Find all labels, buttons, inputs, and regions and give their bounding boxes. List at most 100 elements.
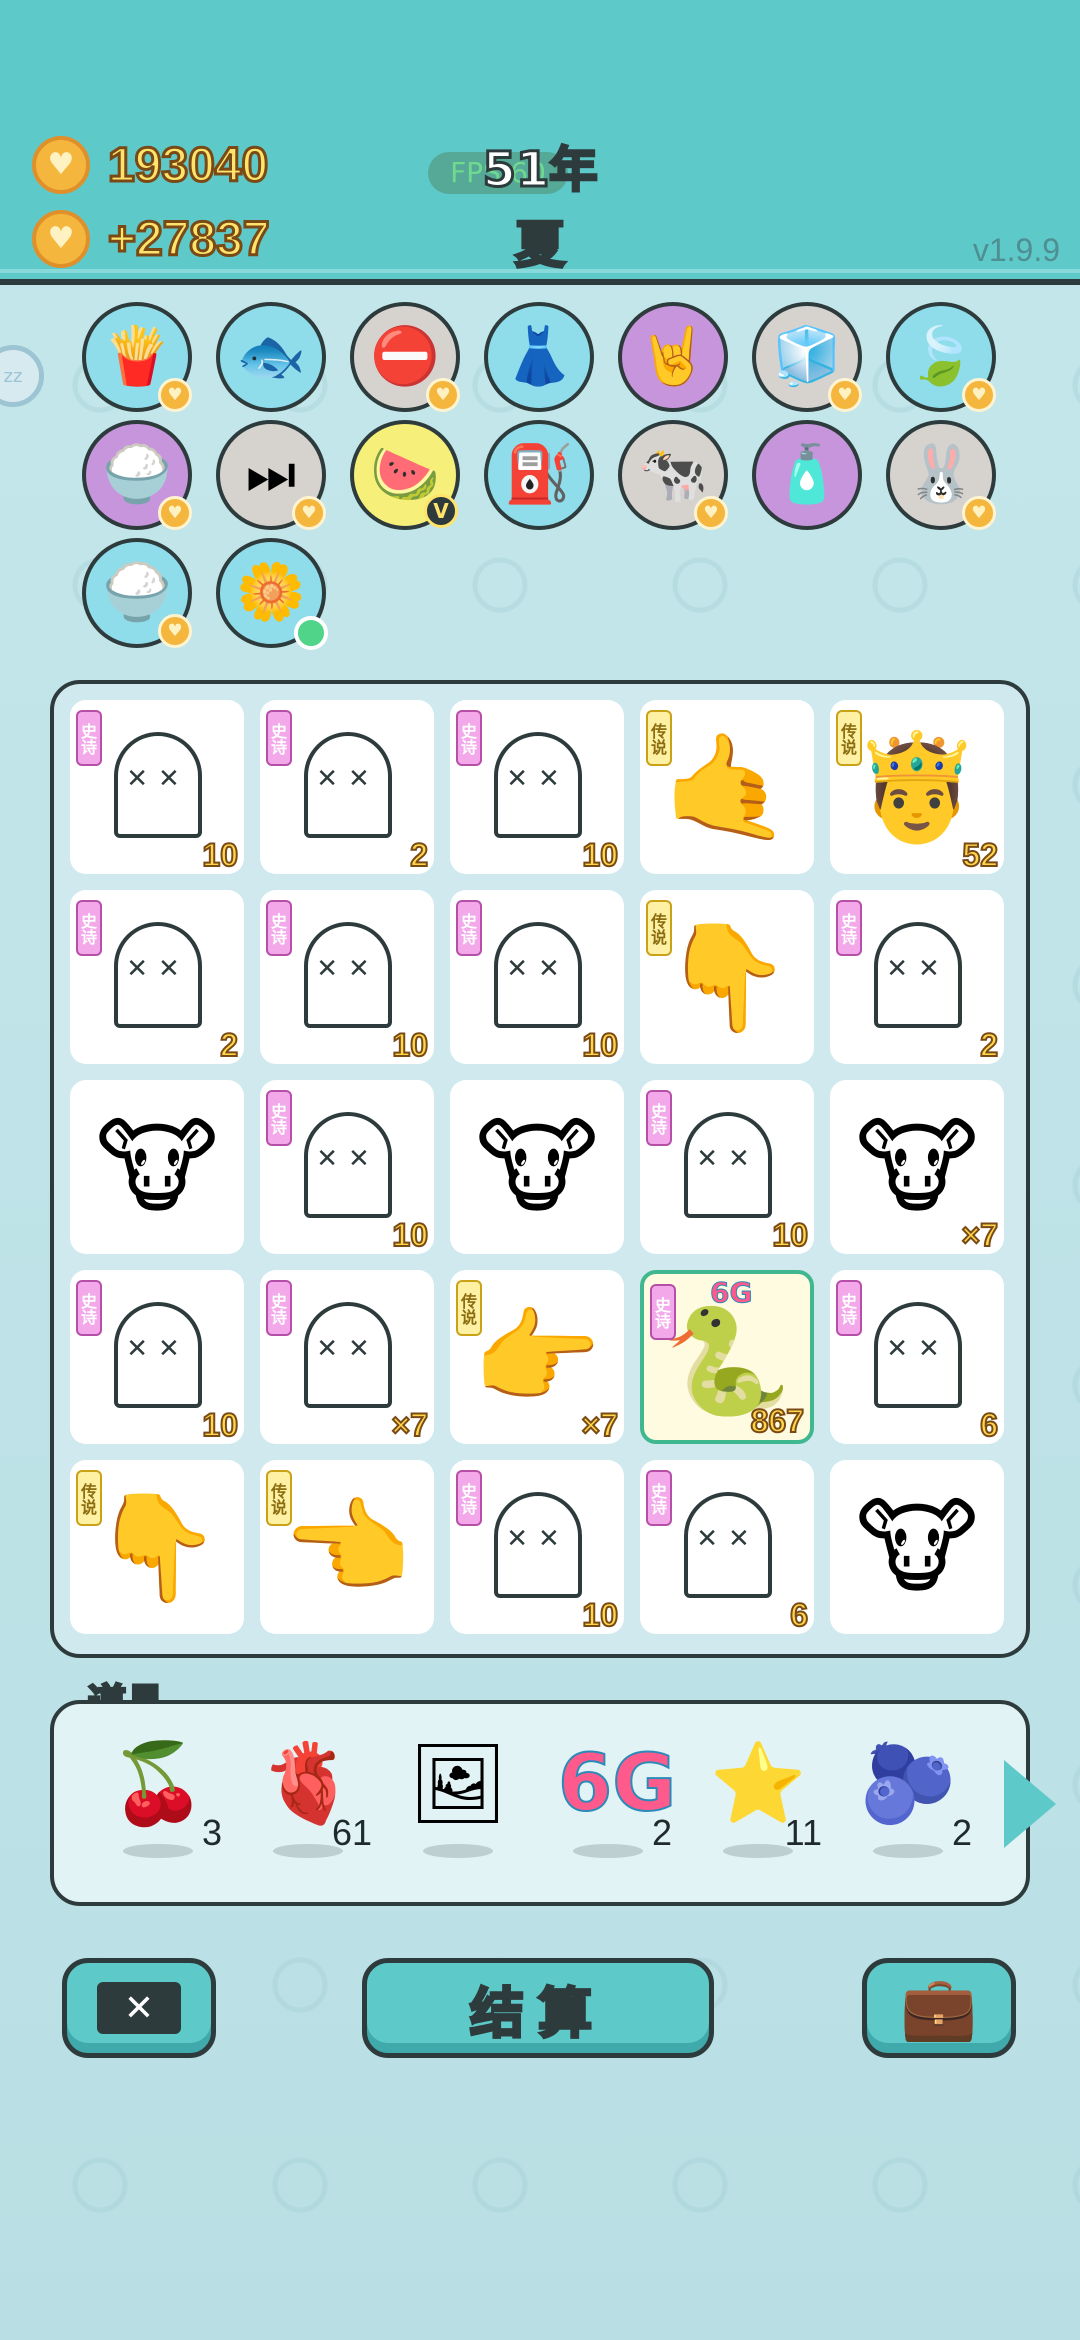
board-cell[interactable]: ✕✕ 史诗 10	[70, 700, 244, 874]
heart-badge-icon: ♥	[694, 496, 728, 530]
board-cell[interactable]: 👈 传说	[260, 1460, 434, 1634]
board-cell[interactable]: ✕✕ 史诗 10	[260, 890, 434, 1064]
bag-button[interactable]: 💼	[862, 1958, 1016, 2058]
rarity-tag: 传说	[646, 710, 672, 766]
owned-item[interactable]: ⏭ ♥	[216, 420, 326, 530]
cell-count: 10	[581, 1596, 619, 1634]
owned-item[interactable]: 🍟 ♥	[82, 302, 192, 412]
cow-figures-icon: 🐄	[638, 442, 708, 507]
rarity-tag: 史诗	[646, 1090, 672, 1146]
board-cell[interactable]: ✕✕ 史诗 10	[450, 890, 624, 1064]
owned-item[interactable]: 🌼	[216, 538, 328, 650]
board-cell[interactable]: ✕✕ 史诗 2	[260, 700, 434, 874]
prop-item[interactable]: 6G 2	[548, 1734, 677, 1874]
prop-item[interactable]: 🍒 3	[98, 1734, 222, 1874]
owned-item[interactable]: 🧴	[752, 420, 862, 530]
cell-count: 10	[581, 836, 619, 874]
rarity-tag: 史诗	[76, 900, 102, 956]
prop-item[interactable]: 🫐 2	[848, 1734, 972, 1874]
heart-badge-icon: ♥	[158, 378, 192, 412]
close-button[interactable]: ✕	[62, 1958, 216, 2058]
owned-item[interactable]: 🍃 ♥	[886, 302, 996, 412]
ghost-eyes: ✕✕	[316, 1334, 380, 1364]
cell-count: ×7	[581, 1406, 620, 1444]
owned-item[interactable]: 🐰 ♥	[886, 420, 996, 530]
6g-badge: 6G	[709, 1276, 753, 1310]
prop-count: 2	[651, 1812, 672, 1853]
board-cell[interactable]: 🐍 史诗 6G 867	[640, 1270, 814, 1444]
ghost-eyes: ✕✕	[696, 1524, 760, 1554]
board-cell[interactable]: 🤙 传说	[640, 700, 814, 874]
ghost-icon: ✕✕	[114, 732, 202, 838]
board-cell[interactable]: ✕✕ 史诗 10	[70, 1270, 244, 1444]
board-cell[interactable]: 👇 传说	[70, 1460, 244, 1634]
ghost-icon: ✕✕	[114, 922, 202, 1028]
owned-item[interactable]: 🐟	[216, 302, 326, 412]
rarity-tag: 史诗	[456, 1470, 482, 1526]
owned-item[interactable]: 🧊 ♥	[752, 302, 862, 412]
board-cell[interactable]: 🐮	[450, 1080, 624, 1254]
board-cell[interactable]: ✕✕ 史诗 2	[830, 890, 1004, 1064]
prop-item[interactable]: 🫀 61	[248, 1734, 372, 1874]
owned-item[interactable]: 🐄 ♥	[618, 420, 728, 530]
rarity-tag: 史诗	[836, 900, 862, 956]
briefcase-icon: 💼	[900, 1971, 978, 2044]
rock-hand-icon: 🤘	[638, 324, 708, 389]
cell-count: 52	[961, 836, 999, 874]
ghost-eyes: ✕✕	[126, 764, 190, 794]
board-cell[interactable]: ✕✕ 史诗 10	[450, 700, 624, 874]
owned-item[interactable]: 🍉 V	[350, 420, 460, 530]
board-cell[interactable]: 🐮	[830, 1460, 1004, 1634]
board-cell[interactable]: ✕✕ 史诗 ×7	[260, 1270, 434, 1444]
heart-badge-icon: ♥	[962, 378, 996, 412]
board-cell[interactable]: ✕✕ 史诗 2	[70, 890, 244, 1064]
owned-item[interactable]: 🍚 ♥	[82, 538, 192, 648]
heart-badge-icon: ♥	[292, 496, 326, 530]
rarity-tag: 史诗	[266, 1280, 292, 1336]
prop-item[interactable]: ⭐ 11	[698, 1734, 822, 1874]
cell-count: 10	[771, 1216, 809, 1254]
rarity-tag: 史诗	[456, 900, 482, 956]
owned-item[interactable]: 🍚 ♥	[82, 420, 192, 530]
ghost-eyes: ✕✕	[316, 954, 380, 984]
prop-item[interactable]: 🖼	[398, 1734, 518, 1874]
board-cell[interactable]: 🐮	[70, 1080, 244, 1254]
sugar-cubes-icon: 🧊	[772, 324, 842, 389]
board-cell[interactable]: 🤴 传说 52	[830, 700, 1004, 874]
rice-bowl-icon: 🍚	[102, 560, 172, 625]
ghost-eyes: ✕✕	[126, 954, 190, 984]
skip-arrow-icon: ⏭	[245, 442, 297, 507]
props-next-arrow[interactable]	[1004, 1760, 1056, 1848]
ghost-icon: ✕✕	[304, 922, 392, 1028]
board-cell[interactable]: ✕✕ 史诗 10	[450, 1460, 624, 1634]
lychee-icon: 🍒	[109, 1739, 207, 1829]
cell-count: 867	[750, 1402, 805, 1440]
cell-count: 10	[391, 1026, 429, 1064]
ghost-icon: ✕✕	[304, 1112, 392, 1218]
coins-total: 193040	[106, 137, 269, 193]
board-cell[interactable]: 👇 传说	[640, 890, 814, 1064]
ghost-eyes: ✕✕	[506, 1524, 570, 1554]
cell-count: 2	[409, 836, 429, 874]
owned-item[interactable]: 🤘	[618, 302, 728, 412]
owned-item[interactable]: ⛔ ♥	[350, 302, 460, 412]
rarity-tag: 史诗	[266, 710, 292, 766]
prop-count: 2	[951, 1812, 972, 1853]
owned-item[interactable]: 👗	[484, 302, 594, 412]
ghost-icon: ✕✕	[684, 1492, 772, 1598]
settle-button[interactable]: 结算	[362, 1958, 714, 2058]
board-cell[interactable]: ✕✕ 史诗 6	[830, 1270, 1004, 1444]
board-cell[interactable]: 🐮 ×7	[830, 1080, 1004, 1254]
board-cell[interactable]: ✕✕ 史诗 10	[640, 1080, 814, 1254]
board-cell[interactable]: ✕✕ 史诗 6	[640, 1460, 814, 1634]
rarity-tag: 传说	[836, 710, 862, 766]
board-cell[interactable]: 👉 传说 ×7	[450, 1270, 624, 1444]
rarity-tag: 史诗	[266, 1090, 292, 1146]
fries-icon: 🍟	[102, 324, 172, 389]
board-cell[interactable]: ✕✕ 史诗 10	[260, 1080, 434, 1254]
owned-item[interactable]: ⛽	[484, 420, 594, 530]
heart-badge-icon: ♥	[158, 496, 192, 530]
ghost-eyes: ✕✕	[506, 954, 570, 984]
rarity-tag: 史诗	[456, 710, 482, 766]
cow-icon: 🐮	[95, 1106, 219, 1228]
